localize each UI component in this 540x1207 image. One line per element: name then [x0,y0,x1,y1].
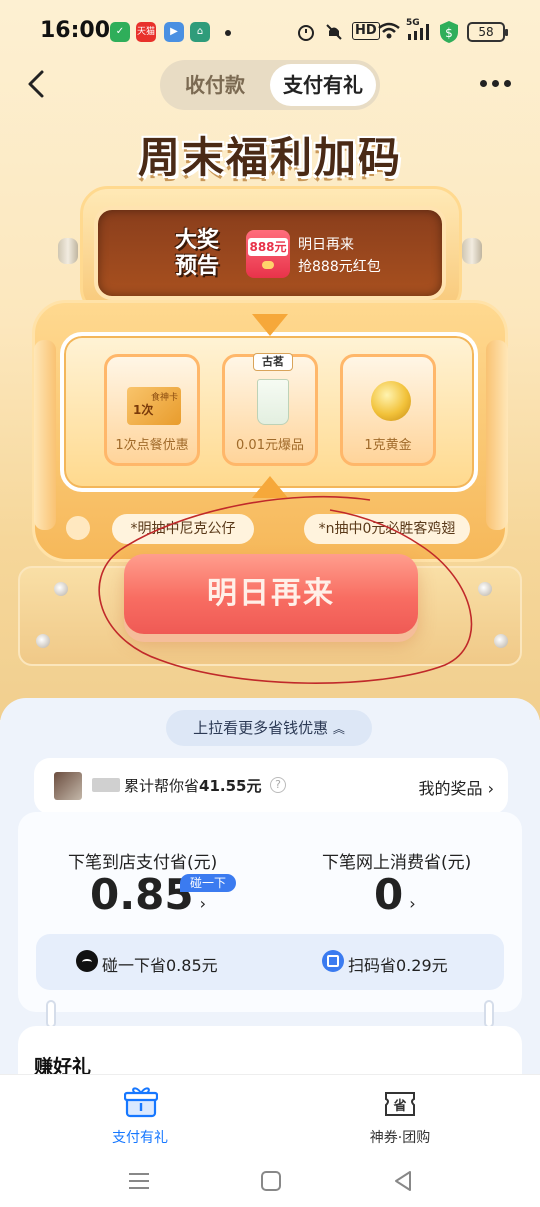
more-icon[interactable] [480,80,512,88]
chevron-right-icon: › [487,779,494,798]
machine-side-left [34,340,56,530]
online-save-value[interactable]: 0 › [374,870,416,919]
nav-label: 神券·团购 [369,1130,431,1146]
status-time: 16:00 [40,18,111,43]
video-app-icon: ▶ [164,22,184,42]
blurred-username [92,778,120,792]
reel-tea-deal: 古茗 0.01元爆品 [222,353,318,466]
back-icon[interactable] [22,68,50,100]
pull-up-hint[interactable]: 上拉看更多省钱优惠 ︽ [166,710,372,746]
prize-preview-tag: 大奖预告 [174,228,219,279]
reel-gold: 1克黄金 [340,354,436,466]
double-chevron-up-icon: ︽ [332,722,345,736]
machine-knob-left [58,238,78,264]
gold-coin-icon [371,381,411,421]
svg-text:省: 省 [392,1098,406,1114]
avatar [54,772,82,800]
home-icon[interactable] [256,1166,286,1196]
tmall-app-icon: 天猫 [136,22,156,42]
tab-pay-gifts[interactable]: 支付有礼 [270,64,376,106]
prize-preview-screen: 大奖预告 888元 明日再来 抢888元红包 [94,206,446,300]
machine-side-right [486,340,508,530]
arrow-down-icon [252,314,288,336]
reel-label: 1克黄金 [364,438,412,453]
tea-cup-icon [257,379,289,425]
status-bar: 16:00 ✓ 天猫 ▶ ⌂ HD 5G $ 58 [0,0,540,60]
bottom-nav: 支付有礼 省 神券·团购 [0,1074,540,1156]
nav-pay-gifts[interactable]: 支付有礼 [40,1075,240,1157]
hand-drawn-circle [98,495,473,684]
notification-dot-icon [225,30,231,36]
my-prizes-link[interactable]: 我的奖品 › [418,775,494,799]
prize-preview-line2: 抢888元红包 [298,259,381,275]
chevron-right-icon: › [409,894,416,913]
gift-icon [124,1087,158,1118]
bump-pay-icon [76,950,98,972]
prize-preview-line1: 明日再来 [298,237,354,253]
bump-save-text[interactable]: 碰一下省0.85元 [102,952,218,976]
coupon-save-icon: 省 [385,1092,415,1116]
signal-icon [408,24,429,40]
bolt-icon [36,634,50,648]
bolt-icon [478,582,492,596]
method-savings-row: 碰一下省0.85元 扫码省0.29元 [36,934,504,990]
scan-save-text[interactable]: 扫码省0.29元 [348,952,448,976]
reel-meal-coupon: 食神卡 1次 1次点餐优惠 [104,354,200,466]
anjuke-app-icon: ⌂ [190,22,210,42]
meal-card-icon: 食神卡 1次 [127,387,181,425]
chevron-right-icon: › [199,894,207,913]
system-nav-bar [0,1156,540,1207]
card-clip-left [46,1000,56,1028]
red-packet-icon: 888元 [246,230,290,278]
tab-receive-pay[interactable]: 收付款 [160,60,270,110]
tab-switcher: 收付款 支付有礼 [160,60,380,110]
wifi-icon [378,22,400,39]
shield-app-icon: ✓ [110,22,130,42]
reel-label: 0.01元爆品 [236,438,304,453]
nav-coupons-group[interactable]: 省 神券·团购 [300,1075,500,1157]
bolt-icon [54,582,68,596]
savings-text: 累计帮你省41.55元 [124,777,262,795]
menu-icon[interactable] [124,1166,154,1196]
scan-code-icon [322,950,344,972]
savings-stats-card: 下笔到店支付省(元) 0.85 › 碰一下 下笔网上消费省(元) 0 › 碰一下省0… [18,812,522,1012]
card-clip-right [484,1000,494,1028]
brand-tag: 古茗 [253,353,293,371]
svg-text:$: $ [445,26,453,40]
reel-label: 1次点餐优惠 [115,438,189,453]
bump-badge: 碰一下 [180,874,236,892]
savings-summary[interactable]: 累计帮你省41.55元 ? 我的奖品 › [34,758,508,814]
decor-circle [66,516,90,540]
nav-label: 支付有礼 [112,1130,168,1146]
banner-title: 周末福利加码 [137,133,402,182]
back-nav-icon[interactable] [388,1166,418,1196]
mute-icon [326,24,342,40]
battery-indicator: 58 [467,22,508,42]
bolt-icon [494,634,508,648]
hd-icon: HD [352,22,380,40]
security-shield-icon: $ [440,21,458,43]
alarm-icon [298,25,314,41]
machine-knob-right [462,238,482,264]
help-icon[interactable]: ? [270,777,286,793]
